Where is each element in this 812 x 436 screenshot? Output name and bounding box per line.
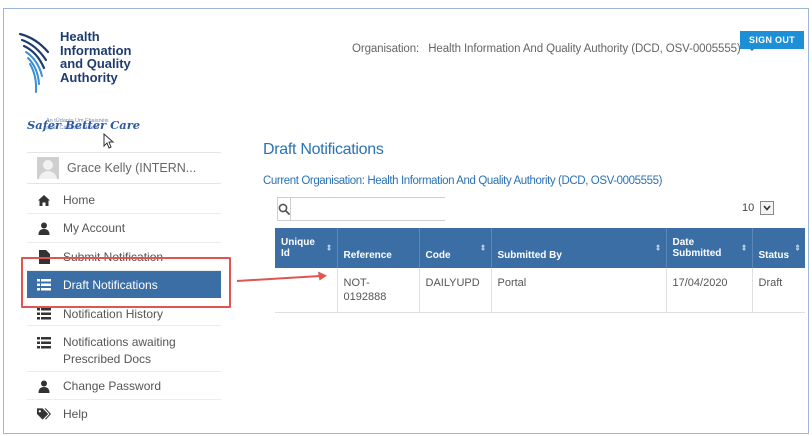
avatar (37, 157, 59, 179)
page-size-select[interactable]: 10 (742, 201, 775, 215)
logo-line: Authority (60, 69, 118, 85)
search-button[interactable] (278, 198, 291, 220)
cell-reference[interactable]: NOT- 0192888 (337, 268, 420, 313)
draft-notifications-table: Unique Id ⇕ Reference Code ⇕ Submitted By ⇕… (275, 228, 805, 313)
sort-icon: ⇕ (325, 243, 333, 253)
search-input[interactable] (291, 198, 445, 220)
column-header-label: Unique Id (281, 237, 315, 259)
list-icon (37, 336, 51, 350)
sort-icon: ⇕ (479, 243, 487, 253)
cell-reference-line: 0192888 (343, 291, 387, 303)
sort-icon: ⇕ (794, 243, 801, 253)
sidebar-item-my-account[interactable]: My Account (27, 214, 221, 243)
sidebar-item-label: My Account (63, 221, 126, 235)
table-row[interactable]: NOT- 0192888 DAILYUPD Portal 17/04/2020 … (275, 268, 805, 313)
column-header-status[interactable]: Status ⇕ (752, 228, 805, 268)
list-icon (37, 307, 51, 321)
sidebar: Grace Kelly (INTERN... Home My Account S… (27, 152, 221, 421)
column-header-submitted-by[interactable]: Submitted By ⇕ (491, 228, 667, 268)
sidebar-item-label: Notifications awaiting Prescribed Docs (63, 335, 176, 366)
tagline: Safer Better Care (27, 118, 141, 132)
sidebar-item-label: Notification History (63, 307, 164, 321)
sidebar-item-label: Change Password (63, 379, 162, 393)
user-icon (37, 379, 51, 393)
user-profile[interactable]: Grace Kelly (INTERN... (27, 152, 221, 184)
logo-mark-icon (18, 32, 50, 93)
sidebar-item-label: Help (63, 407, 88, 421)
column-header-label: Reference (343, 249, 392, 261)
search-icon (278, 203, 290, 215)
sidebar-item-change-password[interactable]: Change Password (27, 372, 221, 400)
organisation-value: Health Information And Quality Authority… (428, 43, 741, 55)
logo-line: Information (60, 42, 132, 58)
current-organisation-text: Current Organisation: Health Information… (263, 175, 663, 187)
cell-status: Draft (752, 268, 805, 313)
user-icon (37, 221, 51, 235)
sidebar-item-label: Home (63, 193, 96, 207)
table-header-row: Unique Id ⇕ Reference Code ⇕ Submitted By ⇕… (275, 228, 805, 268)
sidebar-item-help[interactable]: Help (27, 400, 221, 428)
logo-line: Health (60, 29, 100, 44)
user-name: Grace Kelly (INTERN... (67, 161, 197, 175)
logo-line: and Quality (60, 56, 131, 71)
column-header-unique-id[interactable]: Unique Id ⇕ (275, 228, 338, 268)
column-header-label: Date Submitted (672, 237, 722, 259)
sort-icon: ⇕ (654, 243, 662, 253)
sidebar-item-home[interactable]: Home (27, 186, 221, 214)
home-icon (37, 193, 51, 207)
cell-unique-id (275, 268, 338, 313)
column-header-label: Submitted By (497, 249, 562, 261)
column-header-reference[interactable]: Reference (337, 228, 420, 268)
organisation-selector[interactable]: Organisation: Health Information And Qua… (352, 43, 756, 55)
column-header-label: Status (758, 249, 790, 261)
cell-submitted-by: Portal (491, 268, 667, 313)
page-title: Draft Notifications (263, 141, 384, 158)
organisation-label: Organisation: (352, 43, 420, 55)
search-box (277, 197, 445, 221)
page-size-value: 10 (742, 202, 755, 214)
column-header-label: Code (425, 249, 451, 261)
chevron-down-icon (760, 201, 775, 215)
tags-icon (37, 407, 51, 421)
sign-out-button[interactable]: SIGN OUT (740, 31, 804, 49)
annotation-highlight-box (21, 257, 231, 308)
cell-reference-line: NOT- (343, 277, 370, 289)
column-header-date-submitted[interactable]: Date Submitted ⇕ (666, 228, 753, 268)
sidebar-item-notifications-awaiting[interactable]: Notifications awaiting Prescribed Docs (27, 326, 221, 372)
cell-date-submitted: 17/04/2020 (666, 268, 753, 313)
cell-code: DAILYUPD (419, 268, 492, 313)
column-header-code[interactable]: Code ⇕ (419, 228, 492, 268)
logo-wordmark: Health Information and Quality Authority (60, 30, 170, 84)
sort-icon: ⇕ (740, 243, 748, 253)
mouse-cursor-icon (103, 133, 115, 149)
